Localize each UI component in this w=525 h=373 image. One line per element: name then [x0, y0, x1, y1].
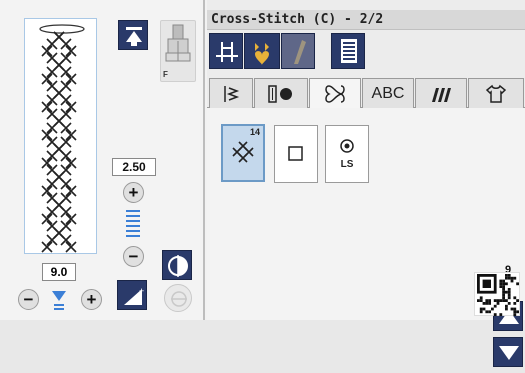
stitch-preview — [24, 18, 97, 254]
quilt-icon — [432, 87, 451, 102]
length-decrease-button[interactable]: − — [18, 289, 39, 310]
length-increase-button[interactable]: + — [81, 289, 102, 310]
mirror-icon — [168, 255, 188, 277]
tab-decorative[interactable] — [309, 78, 361, 109]
needle-position-button[interactable] — [118, 20, 148, 50]
presser-foot-icon — [165, 24, 191, 62]
stitch-mode-icon — [216, 42, 238, 62]
stitch-mode-button[interactable] — [209, 33, 243, 69]
heart-cross-stitch-icon — [232, 141, 254, 163]
decorative-mode-button[interactable] — [244, 33, 280, 69]
svg-text:+: + — [139, 286, 144, 296]
decorative-stitch-icon — [325, 85, 345, 103]
screen: F 2.50 + − 9.0 − + + Cross-Stitch (C) - … — [0, 0, 525, 367]
mirror-vertical-icon — [171, 291, 187, 307]
arrow-down-icon — [499, 346, 519, 360]
width-increase-button[interactable]: + — [123, 182, 144, 203]
mirror-image-button[interactable] — [162, 250, 192, 280]
buttonhole-icon — [268, 84, 292, 103]
presser-foot-indicator[interactable]: F — [160, 20, 196, 82]
memory-button[interactable] — [331, 33, 365, 69]
stitch-width-value: 2.50 — [112, 158, 156, 176]
stitch-selection-panel: Cross-Stitch (C) - 2/2 ABC 14 LS 9 — [207, 0, 525, 367]
satin-mode-button[interactable] — [281, 33, 315, 69]
elongation-button[interactable]: + — [117, 280, 147, 310]
stitch-number: 14 — [249, 127, 260, 137]
satin-stitch-icon — [294, 40, 306, 64]
tab-utility-stitches[interactable] — [209, 78, 253, 108]
abc-icon: ABC — [371, 84, 405, 102]
minus-icon: − — [128, 247, 139, 266]
memory-icon — [341, 39, 357, 63]
stitch-button-14[interactable]: 14 — [221, 124, 265, 182]
square-icon — [288, 146, 303, 161]
qr-code — [474, 272, 520, 316]
page-down-button[interactable] — [493, 337, 523, 367]
utility-stitch-icon — [224, 85, 240, 102]
presser-foot-label: F — [163, 70, 168, 79]
mirror-vertical-button[interactable] — [164, 284, 192, 312]
window-title: Cross-Stitch (C) - 2/2 — [207, 10, 525, 30]
stitch-ls-label: LS — [340, 159, 354, 170]
stitch-button-ls[interactable]: LS — [325, 125, 369, 183]
stitch-button-square[interactable] — [274, 125, 318, 183]
tab-alphabet[interactable]: ABC — [362, 78, 414, 108]
single-stitch-icon — [340, 139, 354, 153]
stitch-length-value: 9.0 — [42, 263, 76, 281]
plus-icon: + — [128, 183, 139, 202]
width-decrease-button[interactable]: − — [123, 246, 144, 267]
cross-stitch-pattern-icon — [39, 24, 85, 253]
tab-garment[interactable] — [468, 78, 524, 108]
heart-stitch-icon — [255, 43, 269, 65]
minus-icon: − — [23, 290, 34, 309]
shirt-icon — [485, 84, 507, 103]
stitch-settings-panel: F 2.50 + − 9.0 − + + — [0, 0, 205, 320]
stitch-width-icon — [126, 210, 140, 240]
tab-buttonhole[interactable] — [254, 78, 308, 108]
tab-quilt[interactable] — [415, 78, 467, 108]
elongation-icon: + — [124, 286, 144, 305]
plus-icon: + — [86, 290, 97, 309]
stitch-length-icon — [52, 289, 66, 313]
category-tabs: ABC — [207, 78, 525, 109]
